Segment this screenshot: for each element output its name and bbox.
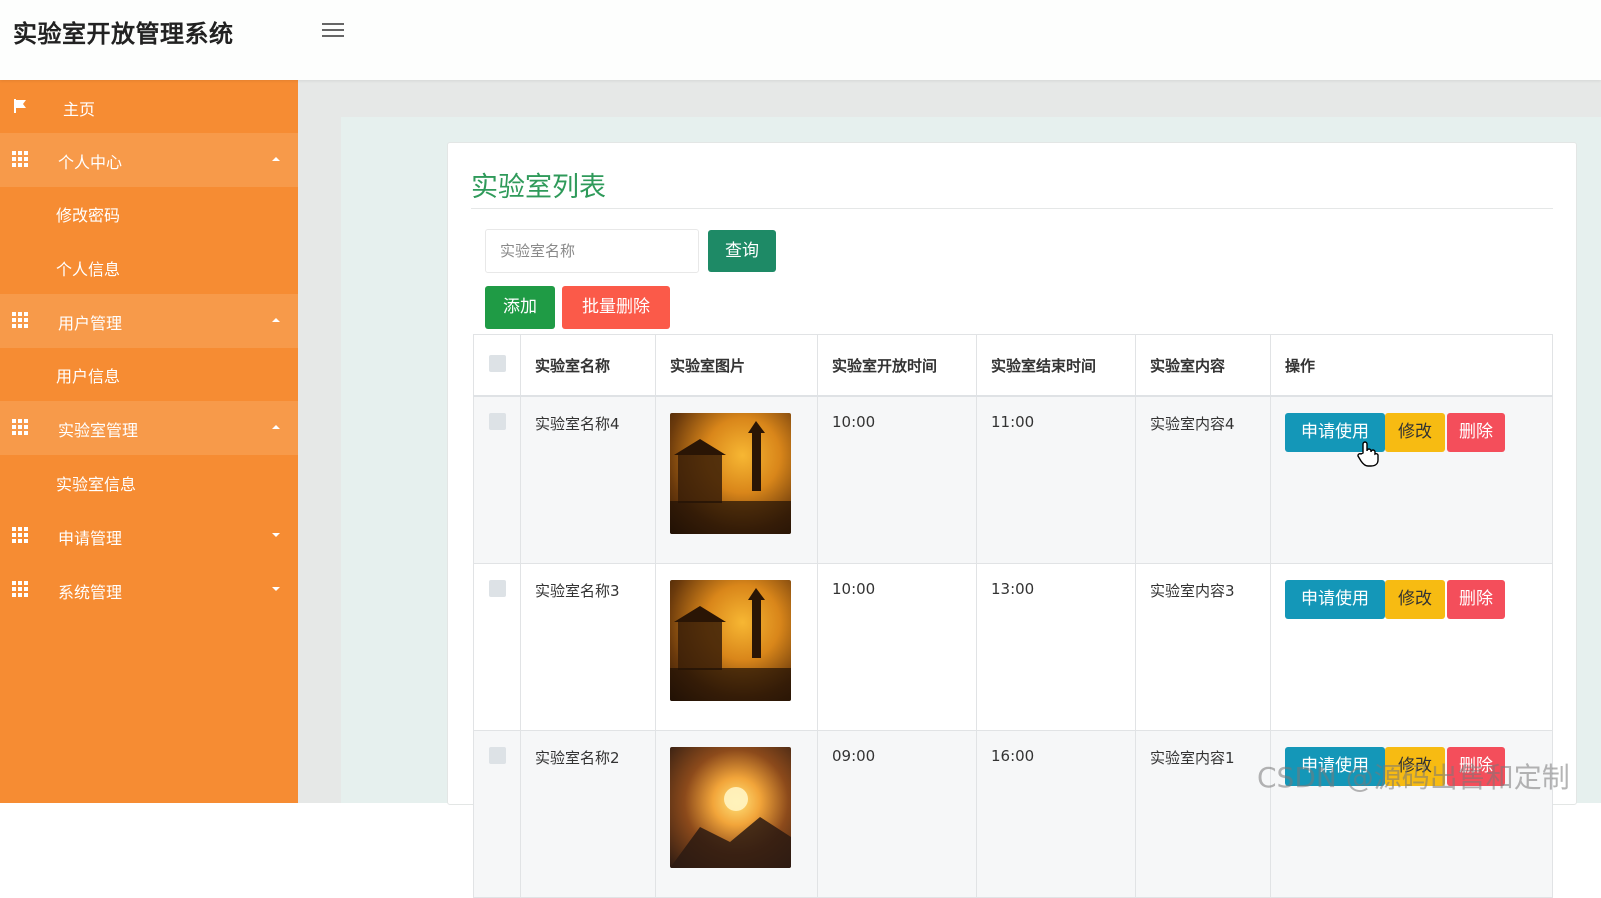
add-button[interactable]: 添加	[485, 286, 555, 329]
edit-button[interactable]: 修改	[1385, 413, 1445, 452]
batch-delete-button[interactable]: 批量删除	[562, 286, 670, 329]
table-row: 实验室名称3 10:00 13:00 实验室内容3 申请使用 修改 删除	[473, 563, 1553, 731]
grid-icon	[12, 312, 28, 328]
caret-down-icon	[272, 587, 280, 591]
sidebar-group-system[interactable]: 系统管理	[0, 563, 298, 617]
caret-up-icon	[272, 425, 280, 429]
menu-icon[interactable]	[322, 20, 344, 40]
actions-cell: 申请使用 修改 删除	[1270, 395, 1553, 564]
apply-button[interactable]: 申请使用	[1285, 580, 1385, 619]
table-header-row: 实验室名称 实验室图片 实验室开放时间 实验室结束时间 实验室内容 操作	[473, 334, 1553, 397]
open-time: 10:00	[817, 395, 977, 564]
column-header: 实验室内容	[1135, 334, 1271, 397]
table-row: 实验室名称4 10:00 11:00 实验室内容4 申请使用 修改 删除	[473, 395, 1553, 564]
title-divider	[471, 208, 1553, 209]
grid-icon	[12, 527, 28, 543]
edit-button[interactable]: 修改	[1385, 580, 1445, 619]
sidebar-item-label: 申请管理	[58, 529, 123, 548]
search-input[interactable]	[485, 229, 699, 273]
grid-icon	[12, 151, 28, 167]
hand-cursor-icon	[1357, 441, 1379, 467]
sidebar-item-label: 系统管理	[58, 583, 123, 602]
lab-image[interactable]	[670, 413, 791, 534]
row-select-cell	[473, 563, 521, 731]
lab-name: 实验室名称4	[520, 395, 656, 564]
delete-button[interactable]: 删除	[1447, 580, 1505, 619]
row-checkbox[interactable]	[489, 413, 506, 430]
lab-content: 实验室内容3	[1135, 563, 1271, 731]
lab-name: 实验室名称2	[520, 730, 656, 898]
open-time: 10:00	[817, 563, 977, 731]
lab-image-cell	[655, 395, 818, 564]
sidebar-item-label: 修改密码	[56, 206, 121, 225]
lab-image-cell	[655, 563, 818, 731]
lab-table: 实验室名称 实验室图片 实验室开放时间 实验室结束时间 实验室内容 操作 实验室…	[473, 334, 1553, 898]
caret-down-icon	[272, 533, 280, 537]
sidebar-item-label: 主页	[63, 100, 96, 119]
column-header: 实验室结束时间	[976, 334, 1136, 397]
grid-icon	[12, 581, 28, 597]
sidebar-item-user-info[interactable]: 用户信息	[0, 347, 298, 401]
caret-up-icon	[272, 318, 280, 322]
column-header: 实验室开放时间	[817, 334, 977, 397]
sidebar-item-change-password[interactable]: 修改密码	[0, 186, 298, 240]
lab-image[interactable]	[670, 747, 791, 868]
lab-list-card: 实验室列表 查询 添加 批量删除 实验室名称 实验室图片 实验室开放时间 实验室…	[447, 142, 1577, 898]
top-header: 实验室开放管理系统	[0, 0, 1601, 80]
sidebar-item-label: 用户管理	[58, 314, 123, 333]
grid-icon	[12, 419, 28, 435]
close-time: 16:00	[976, 730, 1136, 898]
sidebar-item-label: 实验室信息	[56, 475, 137, 494]
sidebar-group-labs[interactable]: 实验室管理	[0, 401, 298, 455]
sidebar-item-home[interactable]: 主页	[0, 80, 298, 134]
lab-image[interactable]	[670, 580, 791, 701]
column-header: 实验室图片	[655, 334, 818, 397]
select-all-checkbox[interactable]	[489, 354, 506, 372]
page-title: 实验室列表	[471, 172, 606, 203]
sidebar-item-label: 个人信息	[56, 260, 121, 279]
lab-content: 实验室内容4	[1135, 395, 1271, 564]
column-header: 实验室名称	[520, 334, 656, 397]
sidebar-item-label: 用户信息	[56, 367, 121, 386]
flag-icon	[12, 98, 28, 114]
row-checkbox[interactable]	[489, 580, 506, 597]
actions-cell: 申请使用 修改 删除	[1270, 563, 1553, 731]
caret-up-icon	[272, 157, 280, 161]
sidebar: 主页 个人中心 修改密码 个人信息 用户管理 用户信息 实验室管理 实验室信息 …	[0, 80, 298, 803]
sidebar-item-personal-info[interactable]: 个人信息	[0, 240, 298, 294]
sidebar-group-personal[interactable]: 个人中心	[0, 133, 298, 187]
close-time: 13:00	[976, 563, 1136, 731]
column-header: 操作	[1270, 334, 1553, 397]
sidebar-group-applications[interactable]: 申请管理	[0, 509, 298, 563]
query-button[interactable]: 查询	[708, 230, 776, 272]
watermark: CSDN @源码出售和定制	[1257, 761, 1570, 794]
close-time: 11:00	[976, 395, 1136, 564]
delete-button[interactable]: 删除	[1447, 413, 1505, 452]
lab-content: 实验室内容1	[1135, 730, 1271, 898]
sidebar-item-label: 个人中心	[58, 153, 123, 172]
row-select-cell	[473, 395, 521, 564]
app-title: 实验室开放管理系统	[13, 20, 234, 48]
row-select-cell	[473, 730, 521, 898]
lab-name: 实验室名称3	[520, 563, 656, 731]
sidebar-group-users[interactable]: 用户管理	[0, 294, 298, 348]
select-all-cell	[473, 334, 521, 397]
sidebar-item-lab-info[interactable]: 实验室信息	[0, 455, 298, 509]
row-checkbox[interactable]	[489, 747, 506, 764]
open-time: 09:00	[817, 730, 977, 898]
lab-image-cell	[655, 730, 818, 898]
sidebar-item-label: 实验室管理	[58, 421, 139, 440]
